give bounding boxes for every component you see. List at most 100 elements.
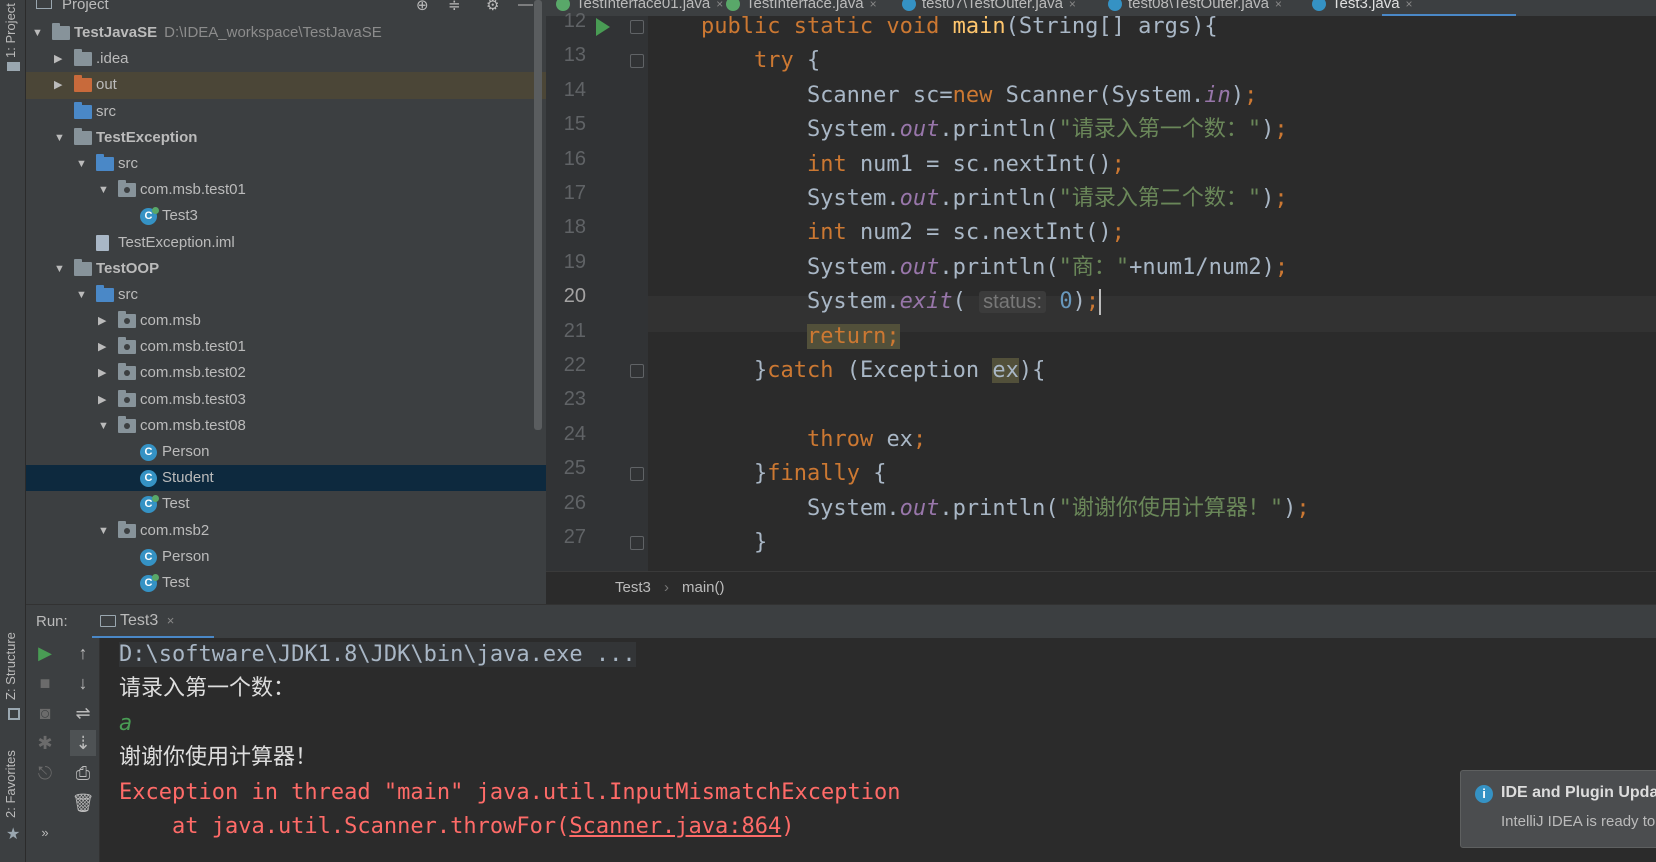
code-editor[interactable]: public static void main(String[] args){ … — [648, 16, 1656, 571]
code-line[interactable]: try { — [648, 43, 820, 79]
editor-tab[interactable]: TestInterface.java × — [726, 0, 877, 15]
tree-item[interactable]: C Test3 — [26, 203, 546, 229]
code-line[interactable]: public static void main(String[] args){ — [648, 16, 1218, 45]
update-notification[interactable]: i IDE and Plugin Updates IntelliJ IDEA i… — [1460, 770, 1656, 848]
close-icon[interactable]: × — [1275, 0, 1282, 11]
editor-tab[interactable]: test08\TestOuter.java × — [1108, 0, 1282, 15]
trash-icon[interactable]: 🗑 — [70, 790, 96, 816]
print-icon[interactable]: ⎙ — [70, 760, 96, 786]
tree-item[interactable]: C Person — [26, 544, 546, 570]
chevron-down-icon[interactable]: ▼ — [76, 151, 87, 177]
breadcrumb-class[interactable]: Test3 — [615, 579, 651, 596]
run-tab-test3[interactable]: Test3 × — [92, 605, 214, 639]
fold-marker-icon[interactable] — [630, 54, 644, 69]
tree-item[interactable]: ▼ src — [26, 282, 546, 308]
tree-item[interactable]: ▶ out — [26, 72, 546, 99]
project-scrollbar[interactable] — [534, 0, 542, 430]
settings-icon[interactable]: ✱ — [32, 730, 58, 756]
fold-marker-icon[interactable] — [630, 20, 644, 34]
run-gutter-icon[interactable] — [596, 18, 610, 36]
code-line[interactable]: Scanner sc=new Scanner(System.in); — [648, 78, 1257, 114]
structure-tool-button[interactable]: Z: Structure — [3, 632, 18, 700]
code-line[interactable]: } — [648, 525, 767, 561]
gear-icon[interactable]: ⚙ — [486, 0, 499, 14]
code-line[interactable]: System.out.println("请录入第二个数："); — [648, 181, 1288, 217]
fold-marker-icon[interactable] — [630, 536, 644, 550]
stacktrace-link[interactable]: Scanner.java:864 — [569, 814, 781, 839]
tree-item[interactable]: C Test — [26, 491, 546, 517]
locate-icon[interactable]: ⊕ — [416, 0, 429, 14]
tree-item[interactable]: src — [26, 99, 546, 125]
collapse-icon[interactable]: ≑ — [448, 0, 461, 14]
chevron-right-icon[interactable]: ▶ — [54, 46, 62, 72]
tree-item[interactable]: ▼ TestOOP — [26, 256, 546, 282]
code-line[interactable]: int num1 = sc.nextInt(); — [648, 147, 1125, 183]
exit-icon[interactable]: ⎋ — [32, 760, 58, 786]
favorites-tool-button[interactable]: 2: Favorites — [3, 750, 18, 818]
project-panel-title[interactable]: Project — [62, 0, 109, 13]
editor-tab[interactable]: test07\TestOuter.java × — [902, 0, 1076, 15]
fold-marker-icon[interactable] — [630, 467, 644, 482]
tree-item[interactable]: ▶ com.msb — [26, 308, 546, 334]
code-line[interactable]: System.out.println("请录入第一个数："); — [648, 112, 1288, 148]
close-icon[interactable]: × — [1069, 0, 1076, 11]
tree-item[interactable]: ▼ com.msb2 — [26, 518, 546, 544]
code-token: ) — [1072, 289, 1086, 315]
tree-item[interactable]: ▶ .idea — [26, 46, 546, 72]
chevron-right-icon[interactable]: ▶ — [98, 308, 106, 334]
chevron-down-icon[interactable]: ▼ — [98, 413, 109, 439]
code-line[interactable]: throw ex; — [648, 422, 926, 458]
stop-icon[interactable]: ■ — [32, 670, 58, 696]
code-line[interactable]: return; — [648, 319, 900, 355]
close-icon[interactable]: × — [1406, 0, 1413, 11]
tree-item[interactable]: ▶ com.msb.test02 — [26, 360, 546, 386]
tree-item[interactable]: C Test — [26, 570, 546, 596]
code-line[interactable]: System.exit( status: 0); — [648, 284, 1102, 320]
chevron-down-icon[interactable]: ▼ — [54, 256, 65, 282]
soft-wrap-icon[interactable]: ⇌ — [70, 700, 96, 726]
arrow-down-icon[interactable]: ↓ — [70, 670, 96, 696]
breadcrumb-method[interactable]: main() — [682, 579, 725, 596]
tree-item[interactable]: C Student — [26, 465, 546, 492]
editor-tab[interactable]: Test3.java × — [1312, 0, 1413, 15]
chevron-right-icon[interactable]: ▶ — [98, 387, 106, 413]
tree-item[interactable]: ▼ TestJavaSE D:\IDEA_workspace\TestJavaSE — [26, 20, 546, 46]
scroll-to-end-icon[interactable]: ⇣ — [70, 730, 96, 756]
tree-item[interactable]: ▼ com.msb.test01 — [26, 177, 546, 203]
code-line[interactable]: System.out.println("商："+num1/num2); — [648, 250, 1288, 286]
chevron-right-icon[interactable]: ▶ — [98, 334, 106, 360]
tree-item[interactable]: ▶ com.msb.test01 — [26, 334, 546, 360]
tree-item[interactable]: TestException.iml — [26, 230, 546, 256]
hide-icon[interactable]: — — [518, 0, 533, 13]
close-icon[interactable]: × — [870, 0, 877, 11]
code-token: ) — [1230, 82, 1245, 108]
chevron-right-icon[interactable]: ▶ — [54, 72, 62, 98]
console-line: Exception in thread "main" java.util.Inp… — [119, 775, 900, 811]
code-line[interactable]: System.out.println("谢谢你使用计算器！"); — [648, 491, 1310, 527]
rerun-icon[interactable]: ▶ — [32, 640, 58, 666]
chevron-down-icon[interactable]: ▼ — [76, 282, 87, 308]
code-line[interactable]: }catch (Exception ex){ — [648, 353, 1045, 389]
tree-item[interactable]: ▶ com.msb.test03 — [26, 387, 546, 413]
tree-item[interactable]: C Person — [26, 439, 546, 465]
chevron-down-icon[interactable]: ▼ — [98, 518, 109, 544]
close-icon[interactable]: × — [716, 0, 723, 11]
arrow-up-icon[interactable]: ↑ — [70, 640, 96, 666]
code-line[interactable]: int num2 = sc.nextInt(); — [648, 215, 1125, 251]
fold-marker-icon[interactable] — [630, 364, 644, 378]
console-line: 谢谢你使用计算器！ — [119, 740, 317, 776]
project-tool-button[interactable]: 1: Project — [3, 3, 18, 58]
chevron-right-icon[interactable]: ▶ — [98, 360, 106, 386]
tree-item[interactable]: ▼ src — [26, 151, 546, 177]
chevron-down-icon[interactable]: ▼ — [54, 125, 65, 151]
tree-item[interactable]: ▼ TestException — [26, 125, 546, 151]
run-console[interactable]: D:\software\JDK1.8\JDK\bin\java.exe ... 请… — [100, 638, 1656, 862]
tree-item[interactable]: ▼ com.msb.test08 — [26, 413, 546, 439]
more-icon[interactable]: » — [32, 820, 58, 846]
close-icon[interactable]: × — [167, 613, 175, 628]
chevron-down-icon[interactable]: ▼ — [32, 20, 43, 46]
code-line[interactable]: }finally { — [648, 456, 886, 492]
camera-icon[interactable]: ◙ — [32, 700, 58, 726]
chevron-down-icon[interactable]: ▼ — [98, 177, 109, 203]
